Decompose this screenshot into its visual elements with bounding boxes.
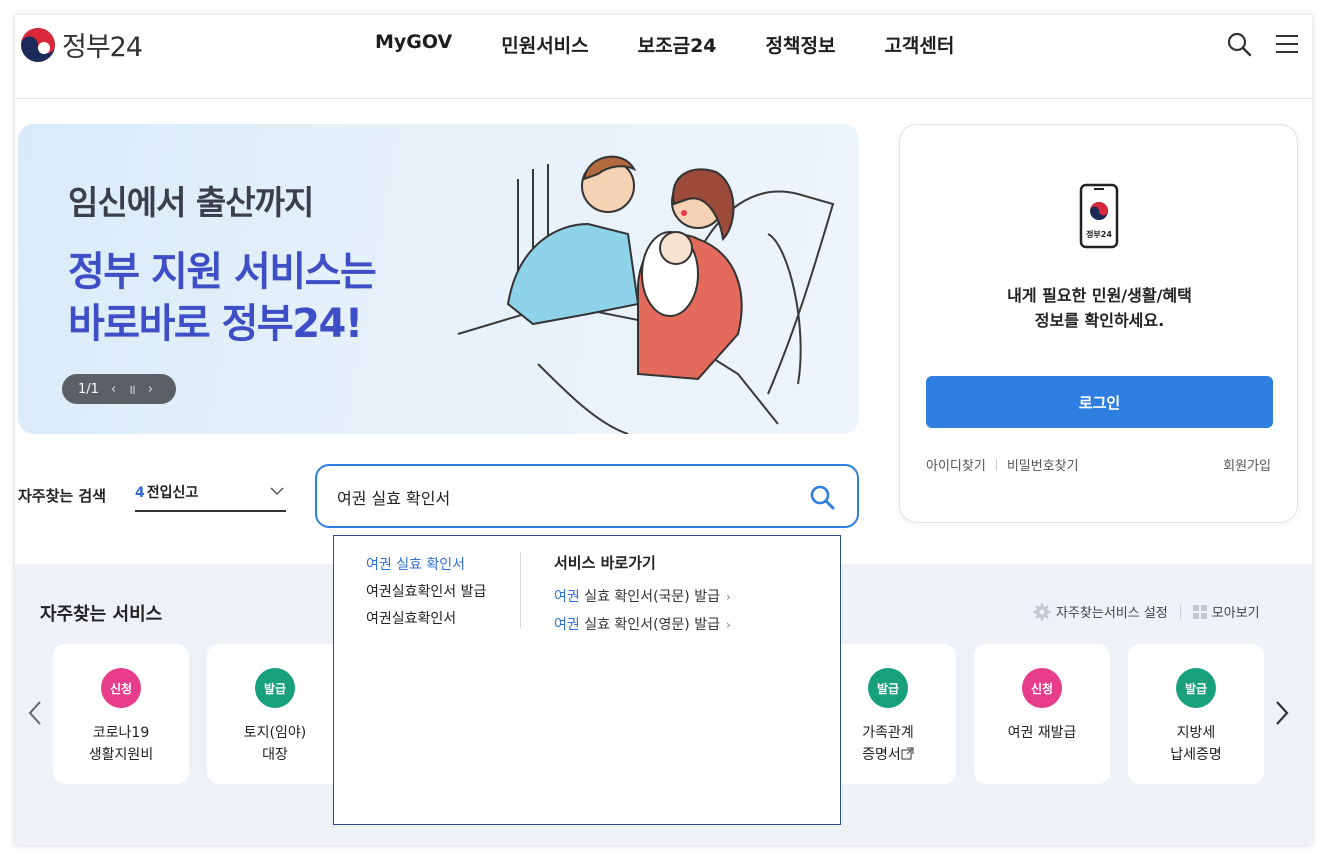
banner-title: 정부 지원 서비스는 바로바로 정부24! [68, 246, 377, 350]
logo-text: 정부24 [62, 32, 143, 63]
logo[interactable]: 정부24 [20, 25, 143, 64]
login-message-line: 내게 필요한 민원/생활/혜택 [1007, 286, 1192, 305]
apply-badge: 신청 [1022, 668, 1062, 708]
service-setting-link[interactable]: 자주찾는서비스 설정 [1056, 602, 1168, 621]
service-name-line: 코로나19 [92, 725, 150, 741]
nav-civil-service[interactable]: 민원서비스 [501, 31, 588, 58]
suggestion-item[interactable]: 여권실효확인서 발급 [366, 579, 518, 606]
service-name: 코로나19 생활지원비 [53, 722, 189, 766]
main-banner[interactable]: 임신에서 출산까지 정부 지원 서비스는 바로바로 정부24! 1/1 ‹ ॥ … [18, 124, 859, 434]
external-link-icon [901, 747, 914, 760]
section-title: 자주찾는 서비스 [40, 604, 163, 625]
login-message: 내게 필요한 민원/생활/혜택 정보를 확인하세요. [900, 283, 1299, 333]
chevron-left-icon[interactable]: ‹ [111, 382, 116, 397]
nav-policy-info[interactable]: 정책정보 [766, 31, 836, 58]
service-name-line: 토지(임야) [243, 725, 307, 741]
service-card-local-tax-certificate[interactable]: 발급 지방세 납세증명 [1128, 644, 1264, 784]
search-input[interactable] [337, 484, 777, 510]
service-name: 여권 재발급 [974, 722, 1110, 744]
shortcut-link[interactable]: 여권 실효 확인서(영문) 발급 › [554, 611, 731, 639]
banner-controls: 1/1 ‹ ॥ › [62, 374, 176, 404]
taegeuk-logo-icon [21, 27, 55, 62]
shortcut-highlight: 여권 [554, 589, 580, 605]
page-frame: 정부24 MyGOV 민원서비스 보조금24 정책정보 고객센터 임신에서 출산… [15, 15, 1312, 845]
service-name-line: 증명서 [862, 747, 901, 763]
chevron-right-icon[interactable] [1274, 700, 1290, 726]
shortcut-link[interactable]: 여권 실효 확인서(국문) 발급 › [554, 583, 731, 611]
issue-badge: 발급 [1176, 668, 1216, 708]
banner-subtitle: 임신에서 출산까지 [68, 183, 314, 222]
suggestion-item[interactable]: 여권 실효 확인서 [366, 552, 518, 579]
nav-mygov[interactable]: MyGOV [375, 31, 452, 58]
frequent-search-rank: 4 [135, 485, 145, 501]
login-links: 아이디찾기 비밀번호찾기 [926, 455, 1079, 474]
services-toolbar: 자주찾는서비스 설정 모아보기 [1033, 602, 1260, 621]
chevron-right-icon: › [725, 618, 731, 632]
pause-icon[interactable]: ॥ [128, 380, 136, 398]
find-id-link[interactable]: 아이디찾기 [926, 455, 986, 474]
frequent-search-select[interactable]: 4 전입신고 [135, 482, 286, 512]
issue-badge: 발급 [868, 668, 908, 708]
login-card: 정부24 내게 필요한 민원/생활/혜택 정보를 확인하세요. 로그인 아이디찾… [899, 124, 1298, 523]
login-message-line: 정보를 확인하세요. [1034, 311, 1165, 330]
shortcut-highlight: 여권 [554, 617, 580, 633]
nav-customer-center[interactable]: 고객센터 [884, 31, 954, 58]
chevron-right-icon[interactable]: › [148, 382, 153, 397]
header: 정부24 MyGOV 민원서비스 보조금24 정책정보 고객센터 [15, 15, 1312, 99]
view-all-link[interactable]: 모아보기 [1212, 602, 1260, 621]
search-box [315, 464, 859, 528]
login-button[interactable]: 로그인 [926, 376, 1273, 428]
divider [1179, 604, 1181, 619]
banner-title-line: 바로바로 정부24! [68, 301, 363, 347]
join-link[interactable]: 회원가입 [1223, 455, 1271, 474]
chevron-down-icon [270, 487, 284, 496]
chevron-right-icon: › [725, 590, 731, 604]
banner-title-line: 정부 지원 서비스는 [68, 249, 377, 295]
search-icon[interactable] [1226, 31, 1252, 57]
menu-icon[interactable] [1274, 31, 1300, 57]
nav-subsidy24[interactable]: 보조금24 [638, 31, 717, 58]
shortcut-text: 실효 확인서(영문) 발급 [579, 617, 720, 633]
find-password-link[interactable]: 비밀번호찾기 [1007, 455, 1079, 474]
suggestion-item[interactable]: 여권실효확인서 [366, 606, 518, 633]
service-card-passport-reissue[interactable]: 신청 여권 재발급 [974, 644, 1110, 784]
search-autocomplete: 여권 실효 확인서 여권실효확인서 발급 여권실효확인서 서비스 바로가기 여권… [333, 535, 841, 825]
issue-badge: 발급 [255, 668, 295, 708]
service-shortcuts: 서비스 바로가기 여권 실효 확인서(국문) 발급 › 여권 실효 확인서(영문)… [554, 552, 731, 639]
service-name-line: 여권 재발급 [1007, 725, 1077, 741]
shortcut-text: 실효 확인서(국문) 발급 [579, 589, 720, 605]
service-name: 토지(임야) 대장 [207, 722, 343, 766]
apply-badge: 신청 [101, 668, 141, 708]
grid-icon [1192, 604, 1207, 619]
phone-label: 정부24 [1086, 230, 1112, 239]
frequent-search-term: 전입신고 [146, 485, 199, 501]
divider [995, 458, 997, 471]
service-card-land-register[interactable]: 발급 토지(임야) 대장 [207, 644, 343, 784]
main-nav: MyGOV 민원서비스 보조금24 정책정보 고객센터 [375, 31, 1003, 58]
service-name-line: 생활지원비 [88, 747, 154, 763]
search-icon[interactable] [809, 484, 835, 510]
frequent-search-label: 자주찾는 검색 [18, 487, 107, 505]
service-name-line: 지방세 [1176, 725, 1216, 741]
banner-pager: 1/1 [78, 381, 99, 397]
chevron-left-icon[interactable] [27, 700, 43, 726]
gear-icon [1033, 603, 1051, 620]
shortcut-heading: 서비스 바로가기 [554, 554, 656, 572]
service-name: 지방세 납세증명 [1128, 722, 1264, 766]
service-card-covid-support[interactable]: 신청 코로나19 생활지원비 [53, 644, 189, 784]
service-name-line: 대장 [262, 747, 288, 763]
suggestion-list: 여권 실효 확인서 여권실효확인서 발급 여권실효확인서 [366, 552, 518, 633]
service-name-line: 납세증명 [1170, 747, 1222, 763]
family-illustration [457, 155, 835, 434]
divider [520, 552, 521, 628]
